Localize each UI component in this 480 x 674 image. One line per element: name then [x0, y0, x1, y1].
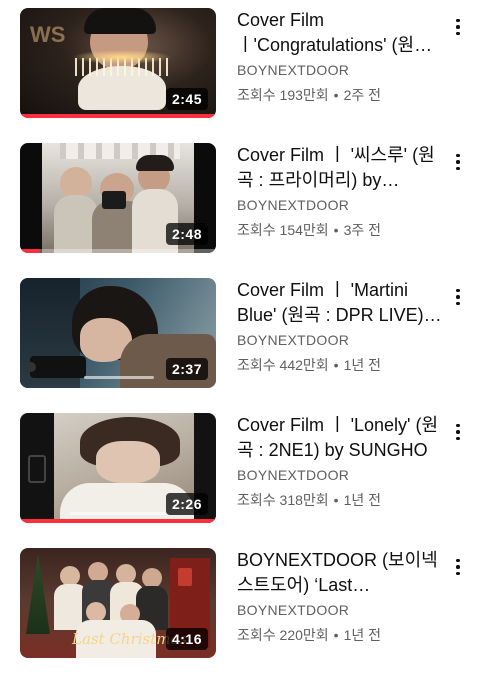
view-count: 조회수 318만회 — [237, 492, 329, 508]
more-vert-icon[interactable] — [448, 149, 468, 175]
video-thumbnail[interactable]: 2:26 — [20, 413, 216, 523]
more-vert-icon[interactable] — [448, 284, 468, 310]
upload-age: 1년 전 — [343, 627, 381, 643]
video-stats: 조회수 318만회 • 1년 전 — [237, 492, 381, 508]
video-item[interactable]: WS 2:45 Cover Film ㅣ'Congratulations' (원… — [0, 8, 480, 123]
more-vert-icon[interactable] — [448, 554, 468, 580]
video-title[interactable]: Cover Film ㅣ 'Martini Blue' (원곡 : DPR LI… — [237, 278, 442, 328]
view-count: 조회수 154만회 — [237, 222, 329, 238]
video-title[interactable]: Cover Film ㅣ'Congratulations' (원곡 : DAY6… — [237, 8, 442, 58]
video-duration: 2:48 — [165, 223, 208, 245]
upload-age: 2주 전 — [343, 87, 381, 103]
video-item[interactable]: 2:26 Cover Film ㅣ 'Lonely' (원곡 : 2NE1) b… — [0, 413, 480, 528]
video-item[interactable]: 2:48 Cover Film ㅣ '씨스루' (원곡 : 프라이머리) by … — [0, 143, 480, 258]
upload-age: 3주 전 — [343, 222, 381, 238]
view-count: 조회수 442만회 — [237, 357, 329, 373]
channel-name[interactable]: BOYNEXTDOOR — [237, 602, 442, 618]
upload-age: 1년 전 — [343, 357, 381, 373]
watch-progress-bar — [20, 519, 216, 523]
watch-progress-bar — [20, 249, 40, 253]
upload-age: 1년 전 — [343, 492, 381, 508]
video-thumbnail[interactable]: Last Christmas 4:16 — [20, 548, 216, 658]
video-item[interactable]: 2:37 Cover Film ㅣ 'Martini Blue' (원곡 : D… — [0, 278, 480, 393]
channel-name[interactable]: BOYNEXTDOOR — [237, 332, 442, 348]
video-duration: 2:37 — [165, 358, 208, 380]
camera-prop — [102, 191, 126, 209]
channel-name[interactable]: BOYNEXTDOOR — [237, 197, 442, 213]
video-item[interactable]: Last Christmas 4:16 BOYNEXTDOOR (보이넥스트도어… — [0, 548, 480, 663]
video-title[interactable]: Cover Film ㅣ '씨스루' (원곡 : 프라이머리) by TAESA… — [237, 143, 442, 193]
video-duration: 2:45 — [165, 88, 208, 110]
video-duration: 4:16 — [165, 628, 208, 650]
video-duration: 2:26 — [165, 493, 208, 515]
view-count: 조회수 220만회 — [237, 627, 329, 643]
view-count: 조회수 193만회 — [237, 87, 329, 103]
video-thumbnail[interactable]: 2:48 — [20, 143, 216, 253]
channel-name[interactable]: BOYNEXTDOOR — [237, 467, 442, 483]
video-title[interactable]: BOYNEXTDOOR (보이넥스트도어) ‘Last Christmas’ — [237, 548, 442, 598]
watch-progress-bar — [20, 114, 216, 118]
video-stats: 조회수 193만회 • 2주 전 — [237, 87, 381, 103]
video-thumbnail[interactable]: 2:37 — [20, 278, 216, 388]
more-vert-icon[interactable] — [448, 419, 468, 445]
video-thumbnail[interactable]: WS 2:45 — [20, 8, 216, 118]
video-title[interactable]: Cover Film ㅣ 'Lonely' (원곡 : 2NE1) by SUN… — [237, 413, 442, 463]
camera-prop — [30, 356, 86, 378]
video-stats: 조회수 220만회 • 1년 전 — [237, 627, 381, 643]
video-stats: 조회수 442만회 • 1년 전 — [237, 357, 381, 373]
video-stats: 조회수 154만회 • 3주 전 — [237, 222, 381, 238]
channel-name[interactable]: BOYNEXTDOOR — [237, 62, 442, 78]
video-list: WS 2:45 Cover Film ㅣ'Congratulations' (원… — [0, 0, 480, 674]
more-vert-icon[interactable] — [448, 14, 468, 40]
